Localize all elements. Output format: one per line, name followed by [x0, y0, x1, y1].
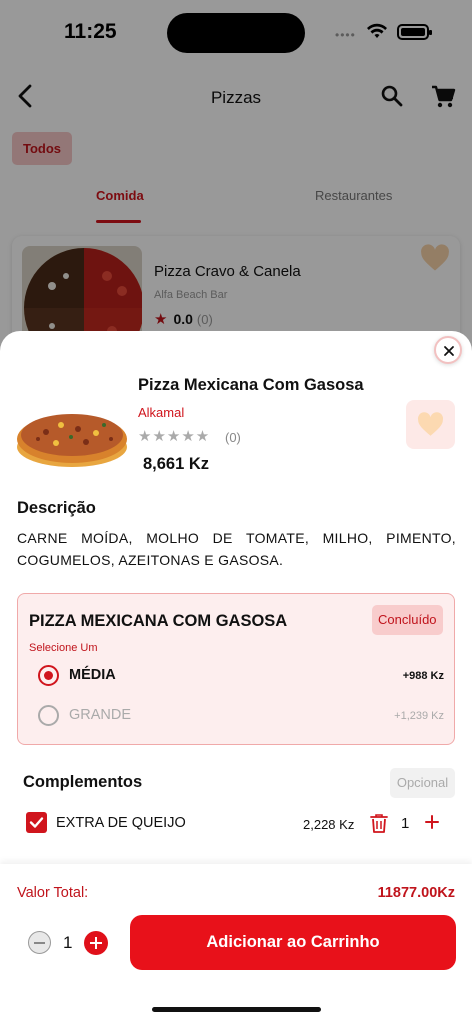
close-icon: [444, 346, 454, 356]
addon-item: EXTRA DE QUEIJO 2,228 Kz 1: [26, 812, 446, 836]
quantity-increase-button[interactable]: [84, 931, 108, 955]
optional-badge: Opcional: [390, 768, 455, 798]
quantity-value: 1: [63, 933, 73, 952]
radio-selected[interactable]: [38, 665, 59, 686]
product-image: [16, 377, 128, 469]
favorite-button[interactable]: [406, 400, 455, 449]
rating-count: (0): [225, 430, 241, 445]
quantity-decrease-button[interactable]: [28, 931, 51, 954]
variation-subtitle: Selecione Um: [29, 642, 98, 654]
total-label: Valor Total:: [17, 885, 89, 901]
variation-title: PIZZA MEXICANA COM GASOSA: [29, 612, 288, 630]
restaurant-name[interactable]: Alkamal: [138, 405, 184, 420]
heart-icon: [417, 412, 444, 436]
description-heading: Descrição: [17, 499, 96, 517]
check-icon: [29, 817, 44, 828]
close-button[interactable]: [434, 336, 462, 364]
variation-group: PIZZA MEXICANA COM GASOSA Concluído Sele…: [17, 593, 455, 745]
plus-icon[interactable]: [425, 815, 439, 834]
description-text: CARNE MOÍDA, MOLHO DE TOMATE, MILHO, PIM…: [17, 530, 456, 568]
addon-label: EXTRA DE QUEIJO: [56, 815, 186, 831]
product-name: Pizza Mexicana Com Gasosa: [138, 376, 364, 394]
addon-price: 2,228 Kz: [303, 817, 355, 832]
radio-unselected[interactable]: [38, 705, 59, 726]
add-to-cart-button[interactable]: Adicionar ao Carrinho: [130, 915, 456, 970]
variation-option-media[interactable]: MÉDIA +988 Kz: [38, 664, 444, 688]
status-badge: Concluído: [372, 605, 443, 635]
product-detail-sheet: Pizza Mexicana Com Gasosa Alkamal ★★★★★ …: [0, 331, 472, 1024]
addons-heading: Complementos: [23, 773, 143, 791]
addon-checkbox[interactable]: [26, 812, 47, 833]
rating-stars: ★★★★★: [138, 428, 211, 445]
product-price: 8,661 Kz: [143, 455, 210, 473]
total-value: 11877.00Kz: [377, 885, 455, 901]
variation-option-grande[interactable]: GRANDE +1,239 Kz: [38, 704, 444, 728]
trash-icon[interactable]: [370, 813, 388, 839]
cart-footer: Valor Total: 11877.00Kz 1 Adicionar ao C…: [0, 864, 472, 1024]
addon-quantity: 1: [401, 815, 410, 832]
home-indicator: [152, 1007, 321, 1012]
